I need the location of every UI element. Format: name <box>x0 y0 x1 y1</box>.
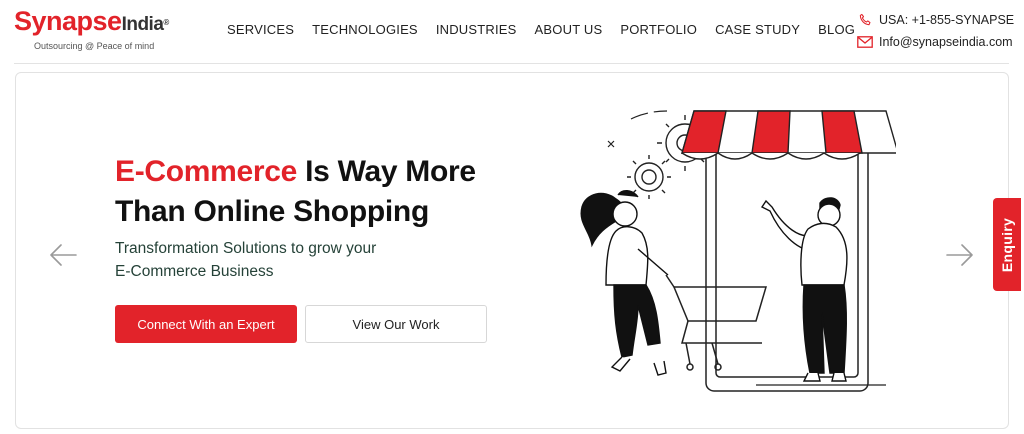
logo-synapse-text: Synapse <box>14 6 122 36</box>
hero-title-line2: Than Online Shopping <box>115 195 429 228</box>
header-contact: USA: +1-855-SYNAPSE Info@synapseindia.co… <box>857 10 1022 54</box>
woman-figure <box>580 190 669 376</box>
logo-registered-mark: ® <box>163 18 169 27</box>
nav-item-technologies[interactable]: TECHNOLOGIES <box>312 22 418 40</box>
logo-tagline: Outsourcing @ Peace of mind <box>34 41 155 51</box>
mail-icon <box>857 35 873 49</box>
slider-prev-button[interactable] <box>48 240 78 270</box>
ecommerce-illustration <box>580 110 896 392</box>
shop-awning <box>681 110 896 160</box>
nav-item-blog[interactable]: BLOG <box>818 22 855 40</box>
view-work-button[interactable]: View Our Work <box>305 305 487 343</box>
logo[interactable]: SynapseIndia® Outsourcing @ Peace of min… <box>14 6 190 54</box>
nav-item-portfolio[interactable]: PORTFOLIO <box>620 22 697 40</box>
main-nav: SERVICES TECHNOLOGIES INDUSTRIES ABOUT U… <box>227 22 873 40</box>
header-divider <box>14 63 1009 64</box>
phone-number: USA: +1-855-SYNAPSE <box>879 13 1015 27</box>
hero-title-line1-rest: Is Way More <box>297 155 476 188</box>
hero-slider: E-Commerce Is Way More Than Online Shoppi… <box>15 72 1009 429</box>
connect-expert-button[interactable]: Connect With an Expert <box>115 305 297 343</box>
enquiry-label: Enquiry <box>999 217 1015 272</box>
nav-item-case-study[interactable]: CASE STUDY <box>715 22 800 40</box>
hero-subtitle: Transformation Solutions to grow your E-C… <box>115 237 445 283</box>
hero-title: E-Commerce Is Way More Than Online Shoppi… <box>115 152 545 232</box>
chevron-right-icon <box>946 244 973 266</box>
enquiry-tab[interactable]: Enquiry <box>993 198 1021 291</box>
hero-subtitle-line2: E-Commerce Business <box>115 263 274 280</box>
email-link[interactable]: Info@synapseindia.com <box>857 32 1022 52</box>
chevron-left-icon <box>50 244 77 266</box>
logo-india-text: India <box>121 14 164 35</box>
hero-title-accent: E-Commerce <box>115 155 298 188</box>
site-header: SynapseIndia® Outsourcing @ Peace of min… <box>0 0 1024 64</box>
nav-item-services[interactable]: SERVICES <box>227 22 294 40</box>
hero-subtitle-line1: Transformation Solutions to grow your <box>115 240 377 257</box>
email-address: Info@synapseindia.com <box>879 35 1013 49</box>
nav-item-industries[interactable]: INDUSTRIES <box>436 22 517 40</box>
phone-icon <box>857 13 873 27</box>
logo-wordmark: SynapseIndia® <box>14 6 190 40</box>
slider-next-button[interactable] <box>945 240 975 270</box>
phone-link[interactable]: USA: +1-855-SYNAPSE <box>857 10 1022 30</box>
nav-item-about-us[interactable]: ABOUT US <box>535 22 603 40</box>
